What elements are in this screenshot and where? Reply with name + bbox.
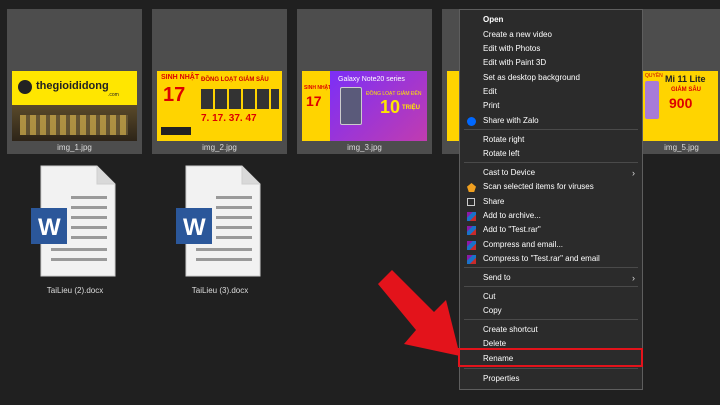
- menu-item-rotate-right[interactable]: Rotate right: [460, 133, 642, 147]
- menu-item-set-background[interactable]: Set as desktop background: [460, 71, 642, 85]
- thumbnail-img1: thegioididong .com: [12, 71, 137, 141]
- menu-item-share[interactable]: Share: [460, 195, 642, 209]
- menu-item-cast[interactable]: Cast to Device ›: [460, 166, 642, 180]
- menu-item-delete[interactable]: Delete: [460, 337, 642, 351]
- menu-item-edit[interactable]: Edit: [460, 85, 642, 99]
- file-tile-img2[interactable]: SINH NHẬT 17 ĐỒNG LOẠT GIẢM SÂU 7. 17. 3…: [152, 9, 287, 154]
- brand-text: thegioididong: [36, 80, 109, 92]
- file-name: TaiLieu (2).docx: [46, 286, 104, 295]
- thumbnail-img5: QUYỀN Mi 11 Lite GIẢM SÂU 900: [643, 71, 718, 141]
- menu-item-open[interactable]: Open: [460, 13, 642, 27]
- menu-item-create-shortcut[interactable]: Create shortcut: [460, 323, 642, 337]
- winrar-icon: [467, 241, 476, 250]
- menu-item-send-to[interactable]: Send to ›: [460, 271, 642, 285]
- share-icon: [467, 198, 475, 206]
- winrar-icon: [467, 255, 476, 264]
- menu-item-edit-photos[interactable]: Edit with Photos: [460, 42, 642, 56]
- menu-item-share-zalo[interactable]: Share with Zalo: [460, 114, 642, 128]
- menu-item-cut[interactable]: Cut: [460, 290, 642, 304]
- menu-item-scan[interactable]: Scan selected items for viruses: [460, 180, 642, 194]
- file-tile-img3[interactable]: SINH NHẬT 17 Galaxy Note20 series ĐỒNG L…: [297, 9, 432, 154]
- menu-item-add-archive[interactable]: Add to archive...: [460, 209, 642, 223]
- menu-item-properties[interactable]: Properties: [460, 372, 642, 386]
- menu-item-create-video[interactable]: Create a new video: [460, 28, 642, 42]
- file-name: img_5.jpg: [664, 143, 699, 152]
- winrar-icon: [467, 212, 476, 221]
- file-tile-doc3[interactable]: W TaiLieu (3).docx: [170, 162, 270, 302]
- thumbnail-img2: SINH NHẬT 17 ĐỒNG LOẠT GIẢM SÂU 7. 17. 3…: [157, 71, 282, 141]
- thumbnail-img3: SINH NHẬT 17 Galaxy Note20 series ĐỒNG L…: [302, 71, 427, 141]
- menu-item-compress-test-email[interactable]: Compress to "Test.rar" and email: [460, 252, 642, 266]
- chevron-right-icon: ›: [632, 273, 635, 283]
- menu-item-rotate-left[interactable]: Rotate left: [460, 147, 642, 161]
- file-name: TaiLieu (3).docx: [191, 286, 249, 295]
- file-name: img_2.jpg: [202, 143, 237, 152]
- file-tile-doc2[interactable]: W TaiLieu (2).docx: [25, 162, 125, 302]
- menu-item-compress-email[interactable]: Compress and email...: [460, 238, 642, 252]
- menu-separator: [464, 129, 638, 130]
- chevron-right-icon: ›: [632, 168, 635, 178]
- menu-separator: [464, 267, 638, 268]
- file-name: img_1.jpg: [57, 143, 92, 152]
- menu-item-copy[interactable]: Copy: [460, 304, 642, 318]
- red-arrow-annotation: [378, 270, 460, 356]
- word-letter: W: [183, 214, 206, 241]
- menu-item-edit-paint3d[interactable]: Edit with Paint 3D: [460, 56, 642, 70]
- context-menu: Open Create a new video Edit with Photos…: [459, 9, 643, 390]
- file-tile-img1[interactable]: thegioididong .com img_1.jpg: [7, 9, 142, 154]
- menu-separator: [464, 162, 638, 163]
- menu-item-add-test-rar[interactable]: Add to "Test.rar": [460, 223, 642, 237]
- zalo-icon: [467, 117, 476, 126]
- winrar-icon: [467, 226, 476, 235]
- menu-item-rename[interactable]: Rename: [460, 352, 642, 366]
- menu-separator: [464, 368, 638, 369]
- menu-separator: [464, 319, 638, 320]
- file-name: img_3.jpg: [347, 143, 382, 152]
- antivirus-icon: [467, 183, 476, 192]
- word-letter: W: [38, 214, 61, 241]
- menu-item-print[interactable]: Print: [460, 99, 642, 113]
- menu-separator: [464, 286, 638, 287]
